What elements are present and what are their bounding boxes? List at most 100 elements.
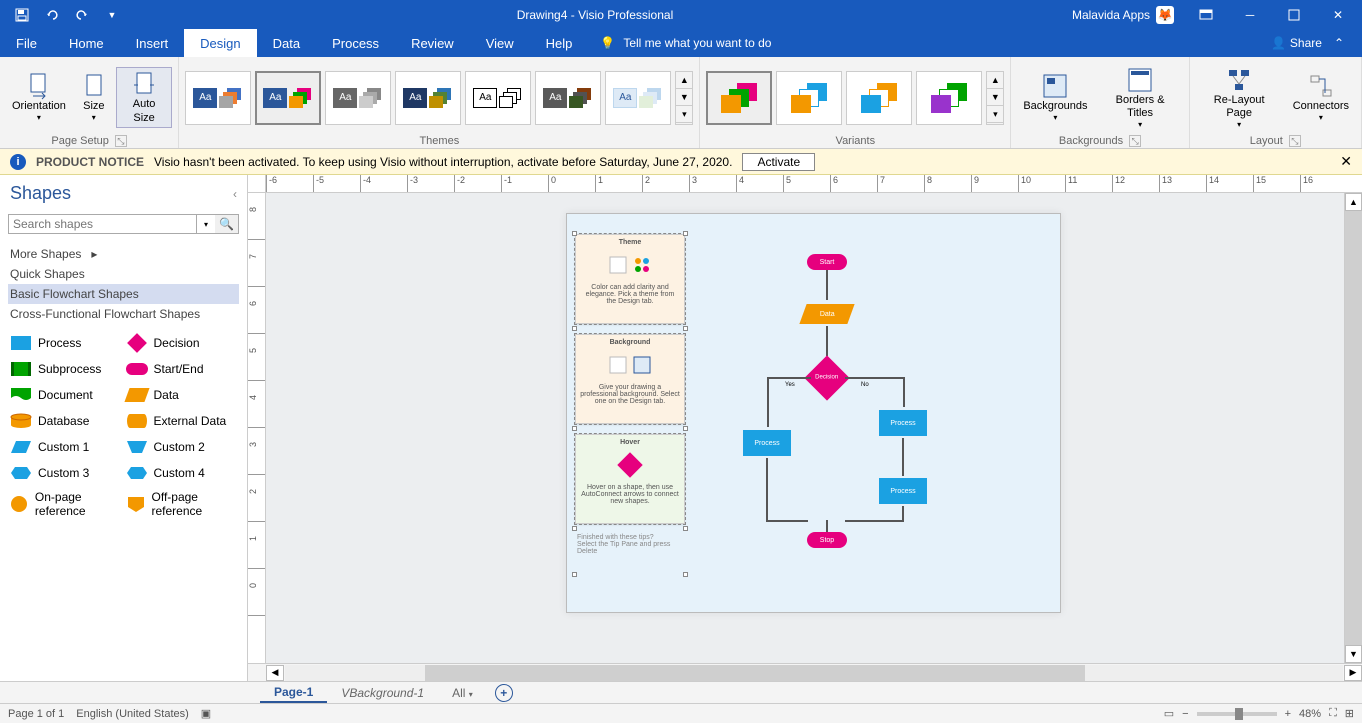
tab-review[interactable]: Review (395, 29, 470, 57)
share-button[interactable]: 👤 Share (1271, 36, 1322, 50)
backgrounds-launcher[interactable]: ⤡ (1129, 135, 1141, 147)
size-button[interactable]: Size▾ (76, 70, 112, 125)
minimize-icon[interactable]: ─ (1230, 1, 1270, 29)
shape-process-right-2[interactable]: Process (879, 478, 927, 504)
undo-icon[interactable] (38, 1, 66, 29)
page-tab-1[interactable]: Page-1 (260, 683, 327, 703)
theme-tile-5[interactable]: Aa (465, 71, 531, 125)
shape-item-document[interactable]: Document (10, 386, 122, 404)
drawing-page[interactable]: Theme Color can add clarity and elegance… (566, 213, 1061, 613)
borders-titles-button[interactable]: Borders & Titles▾ (1098, 64, 1183, 132)
backgrounds-button[interactable]: Backgrounds▾ (1017, 70, 1093, 125)
shape-item-custom-2[interactable]: Custom 2 (126, 438, 238, 456)
tab-data[interactable]: Data (257, 29, 316, 57)
macro-recording-icon[interactable]: ▣ (201, 707, 211, 720)
theme-tile-2[interactable]: Aa (255, 71, 321, 125)
variants-scroll[interactable]: ▲▼▾ (986, 71, 1004, 125)
shape-label: Custom 1 (38, 440, 89, 454)
shape-item-off-page-reference[interactable]: Off-page reference (126, 490, 238, 518)
themes-scroll[interactable]: ▲▼▾ (675, 71, 693, 125)
user-account[interactable]: Malavida Apps 🦊 (1064, 6, 1182, 24)
theme-tile-4[interactable]: Aa (395, 71, 461, 125)
shape-item-custom-3[interactable]: Custom 3 (10, 464, 122, 482)
language-indicator[interactable]: English (United States) (76, 708, 189, 720)
zoom-in-button[interactable]: + (1285, 708, 1291, 720)
fit-page-icon[interactable]: ⛶ (1329, 707, 1337, 720)
relayout-button[interactable]: Re-Layout Page▾ (1196, 64, 1283, 132)
tip-pane-selection[interactable]: Theme Color can add clarity and elegance… (575, 234, 685, 574)
shape-decision[interactable]: Decision (804, 355, 849, 400)
shape-process-left[interactable]: Process (743, 430, 791, 456)
quick-shapes[interactable]: Quick Shapes (8, 264, 239, 284)
theme-tile-1[interactable]: Aa (185, 71, 251, 125)
vertical-scrollbar[interactable]: ▲▼ (1344, 193, 1362, 663)
add-page-button[interactable]: + (495, 684, 513, 702)
basic-flowchart-shapes[interactable]: Basic Flowchart Shapes (8, 284, 239, 304)
shape-glyph-icon (126, 464, 148, 482)
shape-process-right-1[interactable]: Process (879, 410, 927, 436)
theme-tile-3[interactable]: Aa (325, 71, 391, 125)
page-tab-background[interactable]: VBackground-1 (327, 684, 438, 702)
shape-item-start-end[interactable]: Start/End (126, 360, 238, 378)
pan-zoom-icon[interactable]: ⊞ (1345, 707, 1354, 720)
theme-tile-7[interactable]: Aa (605, 71, 671, 125)
search-dropdown[interactable]: ▾ (197, 214, 215, 234)
variant-tile-1[interactable] (706, 71, 772, 125)
page-tab-all[interactable]: All ▾ (438, 684, 487, 702)
close-icon[interactable]: ✕ (1318, 1, 1358, 29)
search-icon[interactable]: 🔍 (215, 214, 239, 234)
tab-design[interactable]: Design (184, 29, 256, 57)
shape-item-database[interactable]: Database (10, 412, 122, 430)
tell-me[interactable]: 💡 Tell me what you want to do (588, 29, 783, 57)
search-shapes-input[interactable] (8, 214, 197, 234)
qat-customize-icon[interactable]: ▼ (98, 1, 126, 29)
variant-tile-3[interactable] (846, 71, 912, 125)
shape-item-subprocess[interactable]: Subprocess (10, 360, 122, 378)
orientation-button[interactable]: Orientation▾ (6, 70, 72, 125)
shape-item-custom-4[interactable]: Custom 4 (126, 464, 238, 482)
tip-theme[interactable]: Theme Color can add clarity and elegance… (575, 234, 685, 324)
collapse-ribbon-icon[interactable]: ⌃ (1328, 36, 1350, 50)
tip-hover[interactable]: Hover Hover on a shape, then use AutoCon… (575, 434, 685, 524)
cross-functional-shapes[interactable]: Cross-Functional Flowchart Shapes (8, 304, 239, 324)
status-bar: Page 1 of 1 English (United States) ▣ ▭ … (0, 703, 1362, 723)
auto-size-button[interactable]: Auto Size (116, 67, 173, 127)
shape-item-data[interactable]: Data (126, 386, 238, 404)
more-shapes[interactable]: More Shapes ▸ (8, 244, 239, 264)
tip-background[interactable]: Background Give your drawing a professio… (575, 334, 685, 424)
notice-close-icon[interactable]: ✕ (1340, 153, 1352, 170)
shape-label: Custom 2 (154, 440, 205, 454)
collapse-pane-icon[interactable]: ‹ (233, 187, 237, 201)
tab-process[interactable]: Process (316, 29, 395, 57)
save-icon[interactable] (8, 1, 36, 29)
shape-item-decision[interactable]: Decision (126, 334, 238, 352)
theme-tile-6[interactable]: Aa (535, 71, 601, 125)
shape-item-custom-1[interactable]: Custom 1 (10, 438, 122, 456)
tab-file[interactable]: File (0, 29, 53, 57)
layout-launcher[interactable]: ⤡ (1289, 135, 1301, 147)
shape-item-external-data[interactable]: External Data (126, 412, 238, 430)
variant-tile-2[interactable] (776, 71, 842, 125)
ribbon-display-icon[interactable] (1186, 1, 1226, 29)
redo-icon[interactable] (68, 1, 96, 29)
shape-start[interactable]: Start (807, 254, 847, 270)
variant-tile-4[interactable] (916, 71, 982, 125)
maximize-icon[interactable] (1274, 1, 1314, 29)
page-setup-launcher[interactable]: ⤡ (115, 135, 127, 147)
shape-item-on-page-reference[interactable]: On-page reference (10, 490, 122, 518)
tab-help[interactable]: Help (530, 29, 589, 57)
drawing-canvas[interactable]: Theme Color can add clarity and elegance… (266, 193, 1344, 663)
tab-view[interactable]: View (470, 29, 530, 57)
tab-insert[interactable]: Insert (120, 29, 185, 57)
horizontal-scrollbar[interactable]: ◀▶ (248, 663, 1362, 681)
zoom-slider[interactable] (1197, 712, 1277, 716)
shape-data[interactable]: Data (799, 304, 854, 324)
connectors-button[interactable]: Connectors▾ (1287, 70, 1355, 125)
presentation-mode-icon[interactable]: ▭ (1164, 707, 1174, 720)
tab-home[interactable]: Home (53, 29, 120, 57)
zoom-out-button[interactable]: − (1182, 708, 1188, 720)
activate-button[interactable]: Activate (742, 153, 815, 171)
shape-stop[interactable]: Stop (807, 532, 847, 548)
shape-item-process[interactable]: Process (10, 334, 122, 352)
zoom-level[interactable]: 48% (1299, 708, 1321, 720)
